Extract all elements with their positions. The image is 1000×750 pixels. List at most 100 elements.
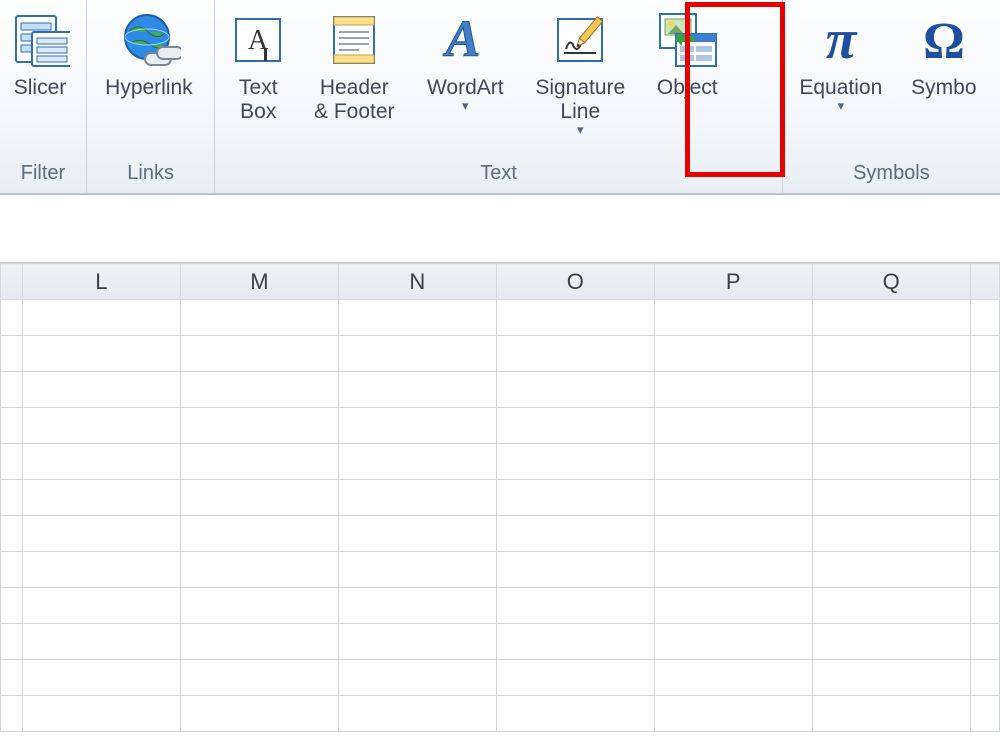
- row-stub[interactable]: [1, 444, 23, 480]
- cell[interactable]: [338, 336, 496, 372]
- cell[interactable]: [654, 372, 812, 408]
- cell[interactable]: [496, 552, 654, 588]
- spreadsheet-grid[interactable]: L M N O P Q: [0, 263, 1000, 732]
- col-header[interactable]: O: [496, 264, 654, 300]
- symbol-button[interactable]: Ω Symbo: [897, 6, 991, 100]
- cell[interactable]: [496, 300, 654, 336]
- cell[interactable]: [180, 624, 338, 660]
- cell[interactable]: [338, 480, 496, 516]
- wordart-button[interactable]: A WordArt ▾: [409, 6, 521, 110]
- object-button[interactable]: Object: [639, 6, 735, 100]
- cell[interactable]: [23, 336, 181, 372]
- cell[interactable]: [23, 552, 181, 588]
- col-header[interactable]: M: [180, 264, 338, 300]
- signature-line-button[interactable]: Signature Line ▾: [521, 6, 639, 134]
- cell[interactable]: [180, 516, 338, 552]
- cell[interactable]: [812, 408, 970, 444]
- cell[interactable]: [654, 516, 812, 552]
- cell[interactable]: [338, 552, 496, 588]
- row-stub[interactable]: [1, 480, 23, 516]
- row-stub[interactable]: [1, 336, 23, 372]
- cell[interactable]: [654, 336, 812, 372]
- header-footer-button[interactable]: Header & Footer: [299, 6, 409, 124]
- cell[interactable]: [812, 624, 970, 660]
- cell[interactable]: [180, 300, 338, 336]
- cell[interactable]: [970, 336, 999, 372]
- cell[interactable]: [654, 300, 812, 336]
- cell[interactable]: [970, 516, 999, 552]
- col-header[interactable]: L: [23, 264, 181, 300]
- cell[interactable]: [23, 660, 181, 696]
- row-stub[interactable]: [1, 300, 23, 336]
- cell[interactable]: [338, 696, 496, 732]
- col-header[interactable]: P: [654, 264, 812, 300]
- cell[interactable]: [812, 516, 970, 552]
- cell[interactable]: [23, 372, 181, 408]
- cell[interactable]: [23, 480, 181, 516]
- cell[interactable]: [812, 372, 970, 408]
- col-header[interactable]: [970, 264, 999, 300]
- cell[interactable]: [180, 588, 338, 624]
- cell[interactable]: [970, 480, 999, 516]
- cell[interactable]: [812, 300, 970, 336]
- cell[interactable]: [970, 372, 999, 408]
- cell[interactable]: [23, 444, 181, 480]
- cell[interactable]: [970, 696, 999, 732]
- cell[interactable]: [812, 696, 970, 732]
- cell[interactable]: [496, 372, 654, 408]
- cell[interactable]: [338, 588, 496, 624]
- cell[interactable]: [180, 444, 338, 480]
- cell[interactable]: [180, 660, 338, 696]
- cell[interactable]: [812, 336, 970, 372]
- cell[interactable]: [812, 660, 970, 696]
- cell[interactable]: [496, 480, 654, 516]
- row-stub[interactable]: [1, 516, 23, 552]
- cell[interactable]: [654, 624, 812, 660]
- cell[interactable]: [180, 408, 338, 444]
- col-header[interactable]: Q: [812, 264, 970, 300]
- row-stub[interactable]: [1, 588, 23, 624]
- cell[interactable]: [338, 372, 496, 408]
- cell[interactable]: [338, 516, 496, 552]
- cell[interactable]: [23, 408, 181, 444]
- cell[interactable]: [970, 300, 999, 336]
- cell[interactable]: [812, 444, 970, 480]
- row-stub[interactable]: [1, 372, 23, 408]
- row-stub[interactable]: [1, 660, 23, 696]
- col-header[interactable]: N: [338, 264, 496, 300]
- formula-bar-area[interactable]: [0, 195, 1000, 263]
- cell[interactable]: [654, 444, 812, 480]
- cell[interactable]: [812, 552, 970, 588]
- cell[interactable]: [180, 552, 338, 588]
- cell[interactable]: [812, 588, 970, 624]
- cell[interactable]: [654, 408, 812, 444]
- cell[interactable]: [654, 696, 812, 732]
- cell[interactable]: [970, 408, 999, 444]
- cell[interactable]: [180, 480, 338, 516]
- cell[interactable]: [496, 696, 654, 732]
- cell[interactable]: [23, 300, 181, 336]
- textbox-button[interactable]: A Text Box: [217, 6, 299, 124]
- row-stub[interactable]: [1, 696, 23, 732]
- cell[interactable]: [180, 372, 338, 408]
- cell[interactable]: [654, 660, 812, 696]
- cell[interactable]: [496, 588, 654, 624]
- cell[interactable]: [654, 588, 812, 624]
- cell[interactable]: [970, 624, 999, 660]
- slicer-button[interactable]: Slicer: [2, 6, 78, 100]
- cell[interactable]: [338, 300, 496, 336]
- cell[interactable]: [496, 444, 654, 480]
- cell[interactable]: [970, 444, 999, 480]
- row-stub[interactable]: [1, 408, 23, 444]
- cell[interactable]: [23, 696, 181, 732]
- cell[interactable]: [654, 480, 812, 516]
- cell[interactable]: [338, 408, 496, 444]
- cell[interactable]: [338, 624, 496, 660]
- cell[interactable]: [654, 552, 812, 588]
- cell[interactable]: [338, 444, 496, 480]
- row-stub[interactable]: [1, 552, 23, 588]
- row-stub[interactable]: [1, 624, 23, 660]
- cell[interactable]: [496, 516, 654, 552]
- cell[interactable]: [180, 336, 338, 372]
- cell[interactable]: [496, 408, 654, 444]
